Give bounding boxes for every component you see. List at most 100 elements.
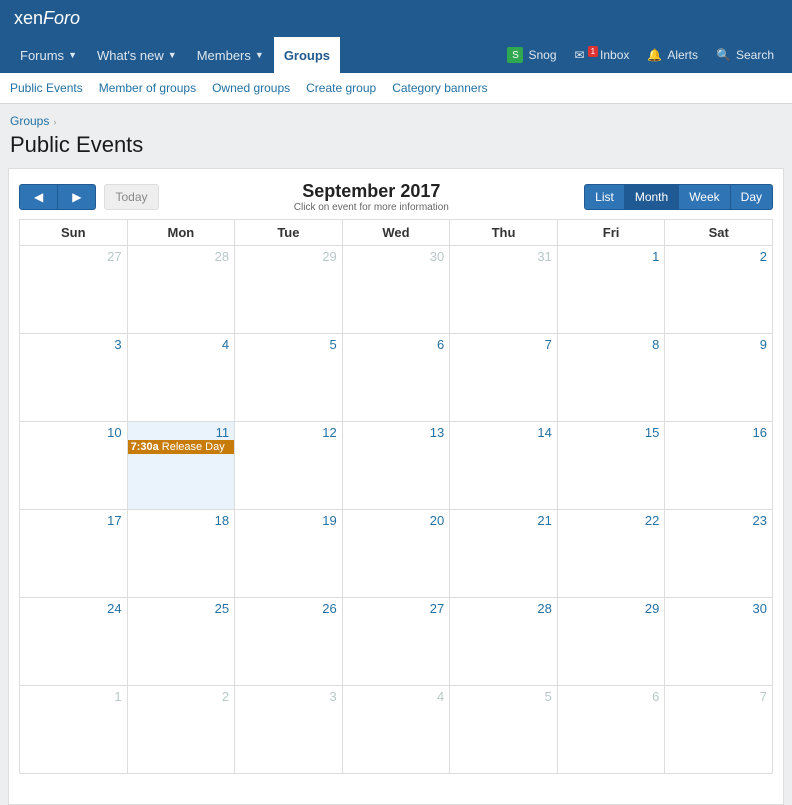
day-number[interactable]: 27: [107, 249, 121, 264]
prev-button[interactable]: ◀: [19, 184, 58, 210]
day-number[interactable]: 8: [652, 337, 659, 352]
calendar-cell[interactable]: 7: [450, 334, 558, 422]
day-number[interactable]: 18: [215, 513, 229, 528]
calendar-cell[interactable]: 30: [665, 598, 773, 686]
day-number[interactable]: 3: [329, 689, 336, 704]
day-number[interactable]: 28: [215, 249, 229, 264]
calendar-cell[interactable]: 4: [127, 334, 235, 422]
calendar-cell[interactable]: 3: [235, 686, 343, 774]
calendar-cell[interactable]: 1: [557, 246, 665, 334]
calendar-cell[interactable]: 31: [450, 246, 558, 334]
day-number[interactable]: 24: [107, 601, 121, 616]
nav-members[interactable]: Members▼: [187, 37, 274, 73]
calendar-cell[interactable]: 6: [557, 686, 665, 774]
view-list-button[interactable]: List: [584, 184, 625, 210]
day-number[interactable]: 20: [430, 513, 444, 528]
calendar-cell[interactable]: 8: [557, 334, 665, 422]
day-number[interactable]: 29: [645, 601, 659, 616]
calendar-cell[interactable]: 7: [665, 686, 773, 774]
calendar-cell[interactable]: 14: [450, 422, 558, 510]
day-number[interactable]: 27: [430, 601, 444, 616]
calendar-cell[interactable]: 2: [127, 686, 235, 774]
subnav-member-of-groups[interactable]: Member of groups: [99, 81, 196, 95]
day-number[interactable]: 16: [753, 425, 767, 440]
subnav-public-events[interactable]: Public Events: [10, 81, 83, 95]
calendar-cell[interactable]: 20: [342, 510, 450, 598]
day-number[interactable]: 5: [545, 689, 552, 704]
calendar-cell[interactable]: 19: [235, 510, 343, 598]
view-week-button[interactable]: Week: [679, 184, 730, 210]
view-day-button[interactable]: Day: [731, 184, 773, 210]
day-number[interactable]: 2: [222, 689, 229, 704]
calendar-cell[interactable]: 16: [665, 422, 773, 510]
day-number[interactable]: 17: [107, 513, 121, 528]
calendar-cell[interactable]: 27: [20, 246, 128, 334]
day-number[interactable]: 30: [430, 249, 444, 264]
subnav-owned-groups[interactable]: Owned groups: [212, 81, 290, 95]
calendar-cell[interactable]: 30: [342, 246, 450, 334]
day-number[interactable]: 1: [114, 689, 121, 704]
day-number[interactable]: 29: [322, 249, 336, 264]
calendar-cell[interactable]: 1: [20, 686, 128, 774]
calendar-cell[interactable]: 3: [20, 334, 128, 422]
brand-logo[interactable]: xenForo: [0, 0, 792, 37]
day-number[interactable]: 23: [753, 513, 767, 528]
calendar-cell[interactable]: 2: [665, 246, 773, 334]
calendar-cell[interactable]: 22: [557, 510, 665, 598]
day-number[interactable]: 21: [537, 513, 551, 528]
calendar-cell[interactable]: 15: [557, 422, 665, 510]
calendar-cell[interactable]: 5: [450, 686, 558, 774]
calendar-event[interactable]: 7:30a Release Day: [128, 440, 235, 454]
view-month-button[interactable]: Month: [625, 184, 679, 210]
day-number[interactable]: 22: [645, 513, 659, 528]
calendar-cell[interactable]: 12: [235, 422, 343, 510]
day-number[interactable]: 31: [537, 249, 551, 264]
day-number[interactable]: 7: [760, 689, 767, 704]
day-number[interactable]: 28: [537, 601, 551, 616]
calendar-cell[interactable]: 26: [235, 598, 343, 686]
calendar-cell[interactable]: 21: [450, 510, 558, 598]
day-number[interactable]: 30: [753, 601, 767, 616]
calendar-cell[interactable]: 4: [342, 686, 450, 774]
inbox-button[interactable]: ✉1 Inbox: [567, 44, 638, 66]
day-number[interactable]: 3: [114, 337, 121, 352]
calendar-cell[interactable]: 10: [20, 422, 128, 510]
calendar-cell[interactable]: 28: [127, 246, 235, 334]
day-number[interactable]: 25: [215, 601, 229, 616]
calendar-cell[interactable]: 9: [665, 334, 773, 422]
calendar-cell[interactable]: 29: [235, 246, 343, 334]
calendar-cell[interactable]: 17: [20, 510, 128, 598]
nav-forums[interactable]: Forums▼: [10, 37, 87, 73]
day-number[interactable]: 26: [322, 601, 336, 616]
day-number[interactable]: 19: [322, 513, 336, 528]
subnav-category-banners[interactable]: Category banners: [392, 81, 487, 95]
day-number[interactable]: 7: [545, 337, 552, 352]
calendar-cell[interactable]: 24: [20, 598, 128, 686]
day-number[interactable]: 14: [537, 425, 551, 440]
calendar-cell[interactable]: 25: [127, 598, 235, 686]
search-button[interactable]: 🔍 Search: [708, 44, 782, 66]
day-number[interactable]: 4: [222, 337, 229, 352]
day-number[interactable]: 6: [437, 337, 444, 352]
alerts-button[interactable]: 🔔 Alerts: [639, 44, 706, 66]
day-number[interactable]: 12: [322, 425, 336, 440]
day-number[interactable]: 5: [329, 337, 336, 352]
day-number[interactable]: 9: [760, 337, 767, 352]
calendar-cell[interactable]: 6: [342, 334, 450, 422]
day-number[interactable]: 11: [216, 425, 230, 440]
calendar-cell[interactable]: 117:30a Release Day: [127, 422, 235, 510]
today-button[interactable]: Today: [104, 184, 158, 210]
calendar-cell[interactable]: 23: [665, 510, 773, 598]
nav-groups[interactable]: Groups: [274, 37, 340, 73]
calendar-cell[interactable]: 27: [342, 598, 450, 686]
day-number[interactable]: 6: [652, 689, 659, 704]
day-number[interactable]: 15: [645, 425, 659, 440]
calendar-cell[interactable]: 28: [450, 598, 558, 686]
nav-what-s-new[interactable]: What's new▼: [87, 37, 187, 73]
calendar-cell[interactable]: 29: [557, 598, 665, 686]
subnav-create-group[interactable]: Create group: [306, 81, 376, 95]
calendar-cell[interactable]: 13: [342, 422, 450, 510]
calendar-cell[interactable]: 18: [127, 510, 235, 598]
day-number[interactable]: 10: [107, 425, 121, 440]
user-menu[interactable]: S Snog: [499, 43, 564, 67]
